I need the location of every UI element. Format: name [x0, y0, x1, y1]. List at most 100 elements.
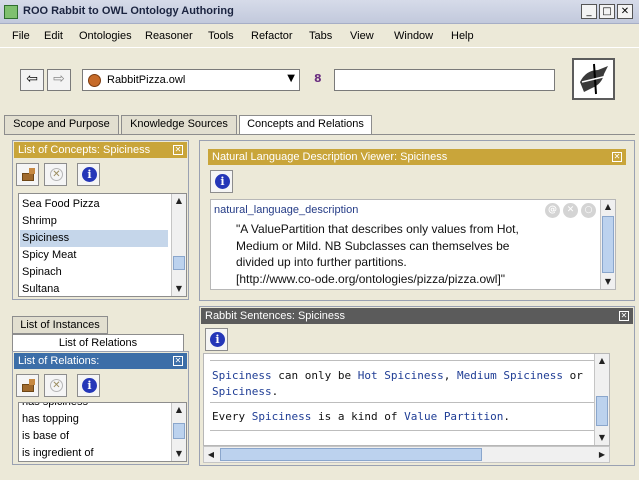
- menu-tools[interactable]: Tools: [208, 30, 234, 42]
- scroll-up-icon[interactable]: ▲: [595, 354, 609, 368]
- scroll-thumb[interactable]: [173, 256, 185, 270]
- maximize-button[interactable]: □: [599, 4, 615, 19]
- info-icon: i: [210, 332, 225, 347]
- nl-line: [http://www.co-ode.org/ontologies/pizza/…: [236, 271, 506, 286]
- menu-help[interactable]: Help: [451, 30, 474, 42]
- scroll-down-icon[interactable]: ▼: [172, 447, 186, 461]
- close-icon[interactable]: ✕: [173, 356, 183, 366]
- concept-term: Value Partition: [404, 410, 504, 423]
- concept-term: Spiciness: [212, 385, 272, 398]
- folder-tab-icon: [29, 168, 35, 174]
- relations-title: List of Relations:: [18, 355, 100, 367]
- list-item[interactable]: is ingredient of: [22, 445, 94, 461]
- concept-term: Hot Spiciness: [357, 369, 444, 382]
- nl-info-button[interactable]: i: [210, 170, 233, 193]
- menu-reasoner[interactable]: Reasoner: [145, 30, 193, 42]
- concepts-list: Sea Food Pizza Shrimp Spiciness Spicy Me…: [18, 193, 187, 297]
- rabbit-header: Rabbit Sentences: Spiciness ✕: [201, 308, 633, 324]
- scroll-up-icon[interactable]: ▲: [601, 200, 615, 214]
- list-item-selected[interactable]: Spiciness: [20, 230, 168, 247]
- list-item[interactable]: Sea Food Pizza: [22, 196, 100, 213]
- concept-info-button[interactable]: i: [77, 163, 100, 186]
- search-input[interactable]: [334, 69, 555, 91]
- folder-tab-icon: [29, 379, 35, 385]
- menu-ontologies[interactable]: Ontologies: [79, 30, 132, 42]
- relations-scrollbar[interactable]: ▲ ▼: [171, 403, 186, 461]
- scroll-thumb[interactable]: [602, 216, 614, 273]
- menu-edit[interactable]: Edit: [44, 30, 63, 42]
- rabbit-sentence-1[interactable]: Spiciness can only be Hot Spiciness, Med…: [212, 369, 583, 382]
- delete-concept-button[interactable]: ✕: [44, 163, 67, 186]
- ontology-select[interactable]: RabbitPizza.owl ▼: [82, 69, 300, 91]
- folder-icon: [22, 173, 34, 181]
- tab-knowledge-sources[interactable]: Knowledge Sources: [121, 115, 237, 134]
- sentence-text: can only be: [271, 369, 358, 382]
- list-item[interactable]: is base of: [22, 428, 69, 445]
- scroll-up-icon[interactable]: ▲: [172, 194, 186, 208]
- list-item[interactable]: Spinach: [22, 264, 62, 281]
- rabbit-sentence-1-cont[interactable]: Spiciness.: [212, 385, 278, 398]
- binoculars-icon[interactable]: 8: [314, 72, 322, 85]
- concepts-scrollbar[interactable]: ▲ ▼: [171, 194, 186, 296]
- scroll-thumb[interactable]: [173, 423, 185, 439]
- delete-icon: ✕: [50, 379, 63, 392]
- annotation-options-icon[interactable]: ○: [581, 203, 596, 218]
- sentence-text: or: [563, 369, 583, 382]
- scroll-thumb[interactable]: [596, 396, 608, 426]
- close-icon[interactable]: ✕: [619, 311, 629, 321]
- scroll-down-icon[interactable]: ▼: [172, 282, 186, 296]
- menu-tabs[interactable]: Tabs: [309, 30, 332, 42]
- relation-info-button[interactable]: i: [77, 374, 100, 397]
- back-arrow-icon[interactable]: ⇦: [20, 69, 44, 91]
- scroll-up-icon[interactable]: ▲: [172, 403, 186, 417]
- relations-panel: List of Relations: ✕ ✕ i has spiciness h…: [12, 351, 189, 465]
- list-item[interactable]: Shrimp: [22, 213, 57, 230]
- scroll-thumb[interactable]: [220, 448, 482, 461]
- list-item[interactable]: has topping: [22, 411, 79, 428]
- forward-arrow-icon[interactable]: ⇨: [47, 69, 71, 91]
- concepts-header: List of Concepts: Spiciness ✕: [14, 142, 187, 158]
- rabbit-hscrollbar[interactable]: ◀ ▶: [203, 446, 610, 463]
- scroll-right-icon[interactable]: ▶: [595, 448, 609, 462]
- tab-scope-and-purpose[interactable]: Scope and Purpose: [4, 115, 119, 134]
- add-relation-button[interactable]: [16, 374, 39, 397]
- list-item[interactable]: Sultana: [22, 281, 59, 296]
- close-icon[interactable]: ✕: [612, 152, 622, 162]
- scroll-down-icon[interactable]: ▼: [601, 275, 615, 289]
- close-icon[interactable]: ✕: [173, 145, 183, 155]
- menu-window[interactable]: Window: [394, 30, 433, 42]
- rabbit-title: Rabbit Sentences: Spiciness: [205, 310, 346, 322]
- chevron-down-icon: ▼: [287, 73, 295, 84]
- sentence-text: Every: [212, 410, 252, 423]
- nl-property-name: natural_language_description: [214, 204, 359, 216]
- folder-icon: [22, 384, 34, 392]
- close-button[interactable]: ✕: [617, 4, 633, 19]
- rabbit-sentence-2[interactable]: Every Spiciness is a kind of Value Parti…: [212, 410, 510, 423]
- nl-scrollbar[interactable]: ▲ ▼: [600, 200, 615, 289]
- info-icon: i: [82, 378, 97, 393]
- info-icon: i: [215, 174, 230, 189]
- annotation-delete-icon[interactable]: ✕: [563, 203, 578, 218]
- menu-bar: File Edit Ontologies Reasoner Tools Refa…: [0, 25, 639, 47]
- rabbit-info-button[interactable]: i: [205, 328, 228, 351]
- annotation-at-icon[interactable]: @: [545, 203, 560, 218]
- list-item[interactable]: Spicy Meat: [22, 247, 76, 264]
- nl-description-content: natural_language_description @ ✕ ○ "A Va…: [210, 199, 616, 290]
- nl-viewer-header: Natural Language Description Viewer: Spi…: [208, 149, 626, 165]
- scroll-down-icon[interactable]: ▼: [595, 431, 609, 445]
- scroll-left-icon[interactable]: ◀: [204, 448, 218, 462]
- rabbit-sentences: Spiciness can only be Hot Spiciness, Med…: [203, 353, 610, 446]
- tab-list-of-relations[interactable]: List of Relations: [12, 334, 184, 352]
- tab-concepts-and-relations[interactable]: Concepts and Relations: [239, 115, 372, 135]
- delete-relation-button[interactable]: ✕: [44, 374, 67, 397]
- sentence-divider: [210, 430, 603, 431]
- list-item[interactable]: has spiciness: [22, 403, 88, 411]
- tab-list-of-instances[interactable]: List of Instances: [12, 316, 108, 334]
- sentence-text: is a kind of: [311, 410, 405, 423]
- menu-file[interactable]: File: [12, 30, 30, 42]
- menu-view[interactable]: View: [350, 30, 374, 42]
- minimize-button[interactable]: _: [581, 4, 597, 19]
- add-concept-button[interactable]: [16, 163, 39, 186]
- rabbit-vscrollbar[interactable]: ▲ ▼: [594, 354, 609, 445]
- menu-refactor[interactable]: Refactor: [251, 30, 293, 42]
